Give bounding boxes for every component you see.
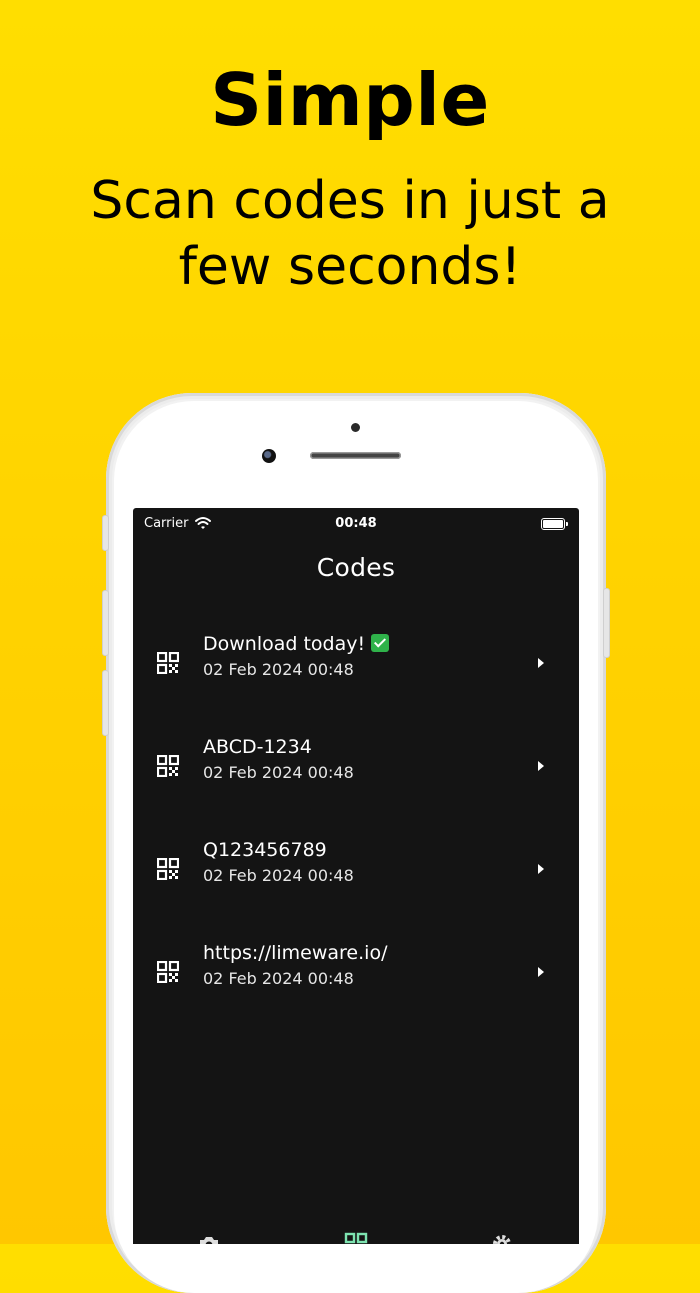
app-screen: Carrier 00:48 Codes Download today! 02 F… bbox=[133, 508, 579, 1244]
promo-subhead: Scan codes in just a few seconds! bbox=[90, 171, 610, 297]
page-title: Codes bbox=[316, 553, 396, 582]
code-list-item[interactable]: Q123456789 02 Feb 2024 00:48 bbox=[133, 820, 579, 923]
check-mark-icon bbox=[371, 634, 390, 652]
code-date: 02 Feb 2024 00:48 bbox=[203, 660, 354, 679]
code-title: Q123456789 bbox=[203, 839, 327, 861]
proximity-sensor bbox=[351, 423, 360, 432]
chevron-right-icon bbox=[538, 761, 544, 771]
code-title: Download today! bbox=[203, 633, 390, 655]
qr-code-icon bbox=[157, 858, 179, 880]
chevron-right-icon bbox=[538, 864, 544, 874]
qr-code-icon bbox=[157, 652, 179, 674]
code-date: 02 Feb 2024 00:48 bbox=[203, 969, 354, 988]
earpiece-speaker bbox=[310, 452, 401, 459]
status-bar: Carrier 00:48 bbox=[133, 508, 579, 538]
camera-icon[interactable] bbox=[197, 1232, 221, 1244]
code-list-item[interactable]: Download today! 02 Feb 2024 00:48 bbox=[133, 614, 579, 717]
chevron-right-icon bbox=[538, 658, 544, 668]
code-date: 02 Feb 2024 00:48 bbox=[203, 866, 354, 885]
mute-switch bbox=[102, 515, 109, 551]
status-time: 00:48 bbox=[335, 516, 377, 531]
code-list-item[interactable]: ABCD-1234 02 Feb 2024 00:48 bbox=[133, 717, 579, 820]
qr-grid-icon[interactable] bbox=[344, 1232, 368, 1244]
volume-down-button bbox=[102, 670, 109, 736]
volume-up-button bbox=[102, 590, 109, 656]
power-button bbox=[603, 588, 610, 658]
chevron-right-icon bbox=[538, 967, 544, 977]
promo-headline: Simple bbox=[210, 58, 490, 142]
front-camera-icon bbox=[262, 449, 276, 463]
code-list-item[interactable]: https://limeware.io/ 02 Feb 2024 00:48 bbox=[133, 923, 579, 1026]
gear-icon[interactable] bbox=[490, 1232, 514, 1244]
battery-icon bbox=[541, 518, 568, 530]
code-date: 02 Feb 2024 00:48 bbox=[203, 763, 354, 782]
code-title: https://limeware.io/ bbox=[203, 942, 388, 964]
qr-code-icon bbox=[157, 961, 179, 983]
qr-code-icon bbox=[157, 755, 179, 777]
code-title: ABCD-1234 bbox=[203, 736, 312, 758]
